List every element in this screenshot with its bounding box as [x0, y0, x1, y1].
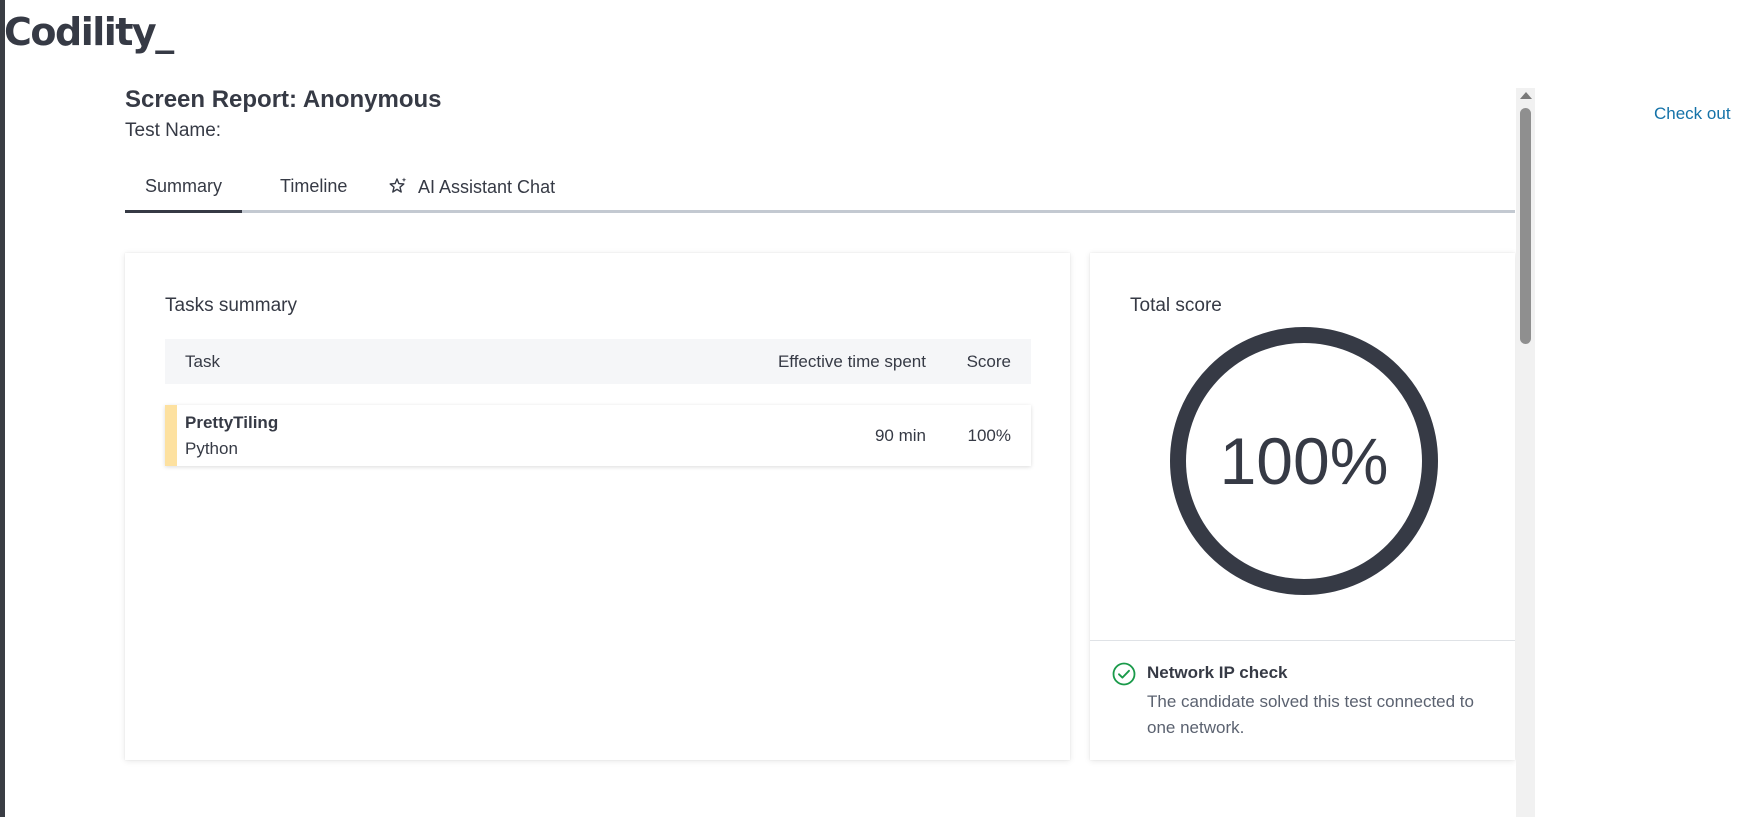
scrollbar-thumb[interactable] [1520, 108, 1531, 344]
tasks-table-header: Task Effective time spent Score [165, 339, 1031, 384]
total-score-card: Total score 100% Network IP check The ca… [1090, 253, 1515, 760]
column-header-task: Task [185, 352, 220, 371]
tasks-summary-card: Tasks summary Task Effective time spent … [125, 253, 1070, 760]
tab-timeline[interactable]: Timeline [260, 170, 367, 213]
scroll-up-arrow-icon[interactable] [1520, 92, 1532, 99]
task-name: PrettyTiling [185, 413, 279, 432]
task-time-spent: 90 min [874, 426, 926, 445]
network-check-title: Network IP check [1147, 663, 1288, 682]
task-accent-bar [165, 405, 177, 466]
page-title: Screen Report: Anonymous [125, 86, 442, 113]
column-header-time: Effective time spent [777, 352, 926, 371]
window-edge [0, 0, 5, 817]
total-score-value: 100% [1219, 424, 1389, 498]
network-check-description: The candidate solved this test connected… [1147, 692, 1474, 737]
sparkle-star-icon [388, 176, 408, 196]
task-score: 100% [967, 426, 1011, 445]
report-tabs: Summary Timeline AI Assistant Chat [125, 170, 1515, 213]
divider [1090, 640, 1515, 641]
codility-logo: Codility_ [4, 10, 174, 54]
report-scroll-area: Screen Report: Anonymous Test Name: Summ… [0, 0, 1535, 817]
scrollbar[interactable] [1516, 88, 1535, 817]
tab-summary[interactable]: Summary [125, 170, 243, 213]
task-language: Python [185, 439, 238, 458]
tab-summary-label: Summary [145, 176, 223, 196]
column-header-score: Score [966, 352, 1011, 371]
score-ring: 100% [1170, 327, 1438, 595]
total-score-title: Total score [1130, 295, 1222, 316]
check-out-link[interactable]: Check out [1654, 104, 1731, 124]
task-row[interactable]: PrettyTiling Python 90 min 100% [165, 405, 1031, 466]
tasks-summary-title: Tasks summary [165, 295, 297, 316]
test-name-label: Test Name: [125, 120, 222, 141]
tab-timeline-label: Timeline [280, 176, 348, 196]
check-circle-icon [1112, 662, 1136, 686]
tab-ai-assistant-chat-label: AI Assistant Chat [418, 177, 556, 197]
tab-ai-assistant-chat[interactable]: AI Assistant Chat [368, 170, 575, 213]
